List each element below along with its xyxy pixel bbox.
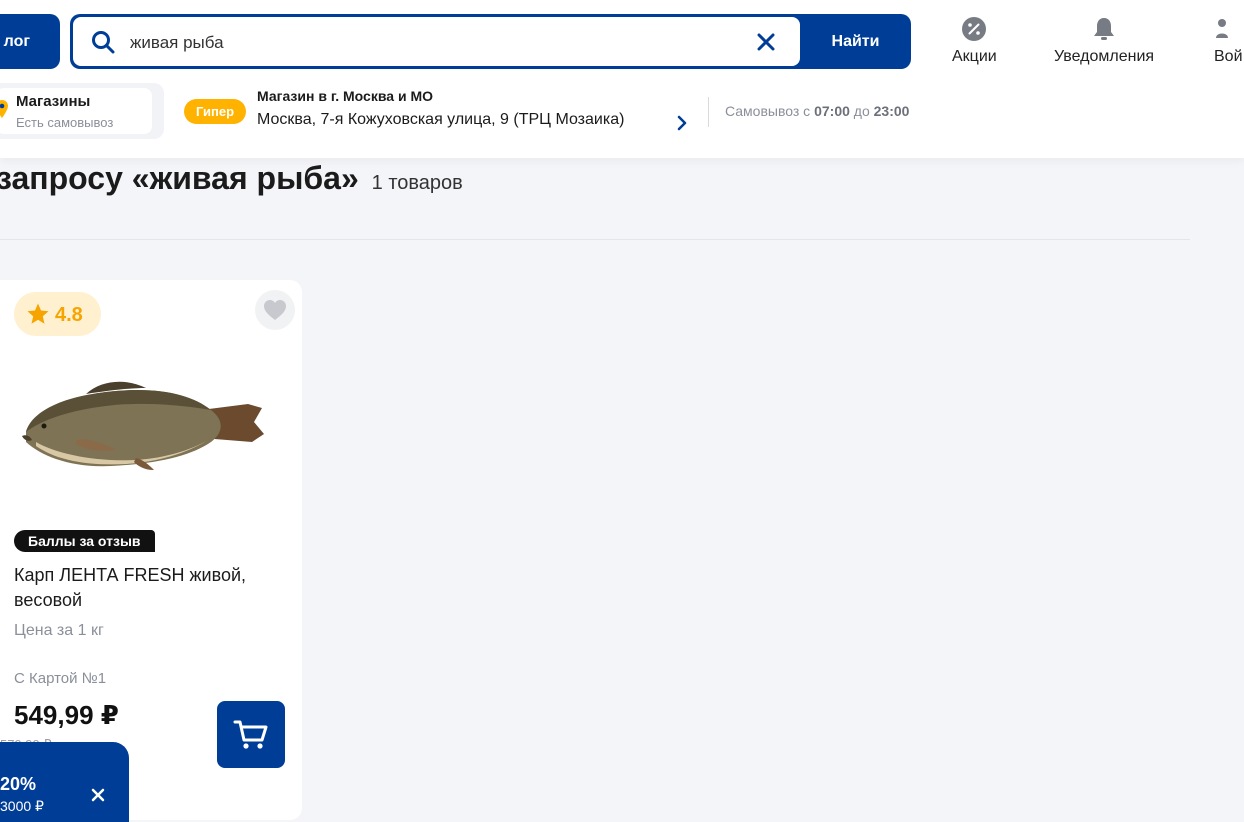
percent-badge-icon — [962, 17, 987, 41]
catalog-button[interactable]: лог — [0, 14, 60, 69]
product-name[interactable]: Карп ЛЕНТА FRESH живой, весовой — [14, 563, 284, 613]
chevron-right-icon[interactable] — [676, 114, 688, 132]
notifications-label: Уведомления — [1054, 48, 1155, 65]
search-input[interactable] — [128, 29, 732, 57]
product-card[interactable]: 4.8 Баллы за отзыв Карп ЛЕНТА FRESH живо… — [0, 280, 302, 820]
product-image — [22, 381, 264, 470]
stores-title: Магазины — [16, 93, 91, 110]
results-count: 1 товаров — [371, 172, 463, 194]
pickup-from: 07:00 — [814, 103, 850, 119]
bell-icon — [1094, 18, 1115, 40]
pickup-to: 23:00 — [873, 103, 910, 119]
pickup-mid: до — [853, 103, 870, 119]
promo-popup[interactable]: 20% 3000 ₽ — [0, 742, 129, 822]
rating-badge: 4.8 — [14, 292, 101, 336]
results-query-title: запросу «живая рыба» — [0, 160, 359, 196]
results-heading: запросу «живая рыба» 1 товаров — [0, 160, 463, 197]
promotions-label: Акции — [952, 48, 997, 65]
store-format-badge: Гипер — [184, 99, 246, 124]
stores-subtitle: Есть самовывоз — [16, 115, 114, 130]
star-icon — [27, 303, 49, 324]
add-to-cart-button[interactable] — [217, 701, 285, 768]
close-icon[interactable] — [91, 788, 105, 802]
user-icon — [1216, 19, 1228, 38]
results-divider — [0, 239, 1190, 240]
clear-search-icon[interactable] — [756, 32, 776, 52]
store-divider — [708, 97, 709, 127]
unit-price-label: Цена за 1 кг — [14, 622, 104, 639]
rating-value: 4.8 — [55, 304, 83, 326]
cart-icon — [233, 720, 268, 749]
header: лог Найти Акции Уведомления — [0, 0, 1244, 158]
notifications-link[interactable]: Уведомления — [1054, 16, 1154, 66]
map-pin-icon — [0, 100, 8, 118]
login-link[interactable]: Вой — [1214, 16, 1243, 66]
favorite-button[interactable] — [255, 290, 295, 330]
product-price: 549,99 ₽ — [14, 700, 119, 730]
store-title: Магазин в г. Москва и МО — [257, 88, 433, 104]
store-address[interactable]: Москва, 7-я Кожуховская улица, 9 (ТРЦ Мо… — [257, 111, 624, 129]
promo-percent: 20% — [0, 774, 37, 794]
loyalty-card-label: С Картой №1 — [14, 670, 107, 687]
login-label: Вой — [1214, 48, 1243, 65]
search-submit-button[interactable]: Найти — [800, 14, 911, 69]
search-icon — [92, 31, 115, 54]
pickup-hours: Самовывоз с 07:00 до 23:00 — [725, 103, 909, 119]
review-points-badge: Баллы за отзыв — [14, 530, 155, 552]
search-field — [73, 17, 800, 66]
heart-icon — [264, 300, 286, 320]
promotions-link[interactable]: Акции — [952, 16, 997, 66]
pickup-prefix: Самовывоз с — [725, 103, 811, 119]
stores-selector[interactable]: Магазины Есть самовывоз — [0, 83, 164, 139]
search-bar: Найти — [70, 14, 911, 69]
stores-panel: Магазины Есть самовывоз — [0, 88, 152, 134]
